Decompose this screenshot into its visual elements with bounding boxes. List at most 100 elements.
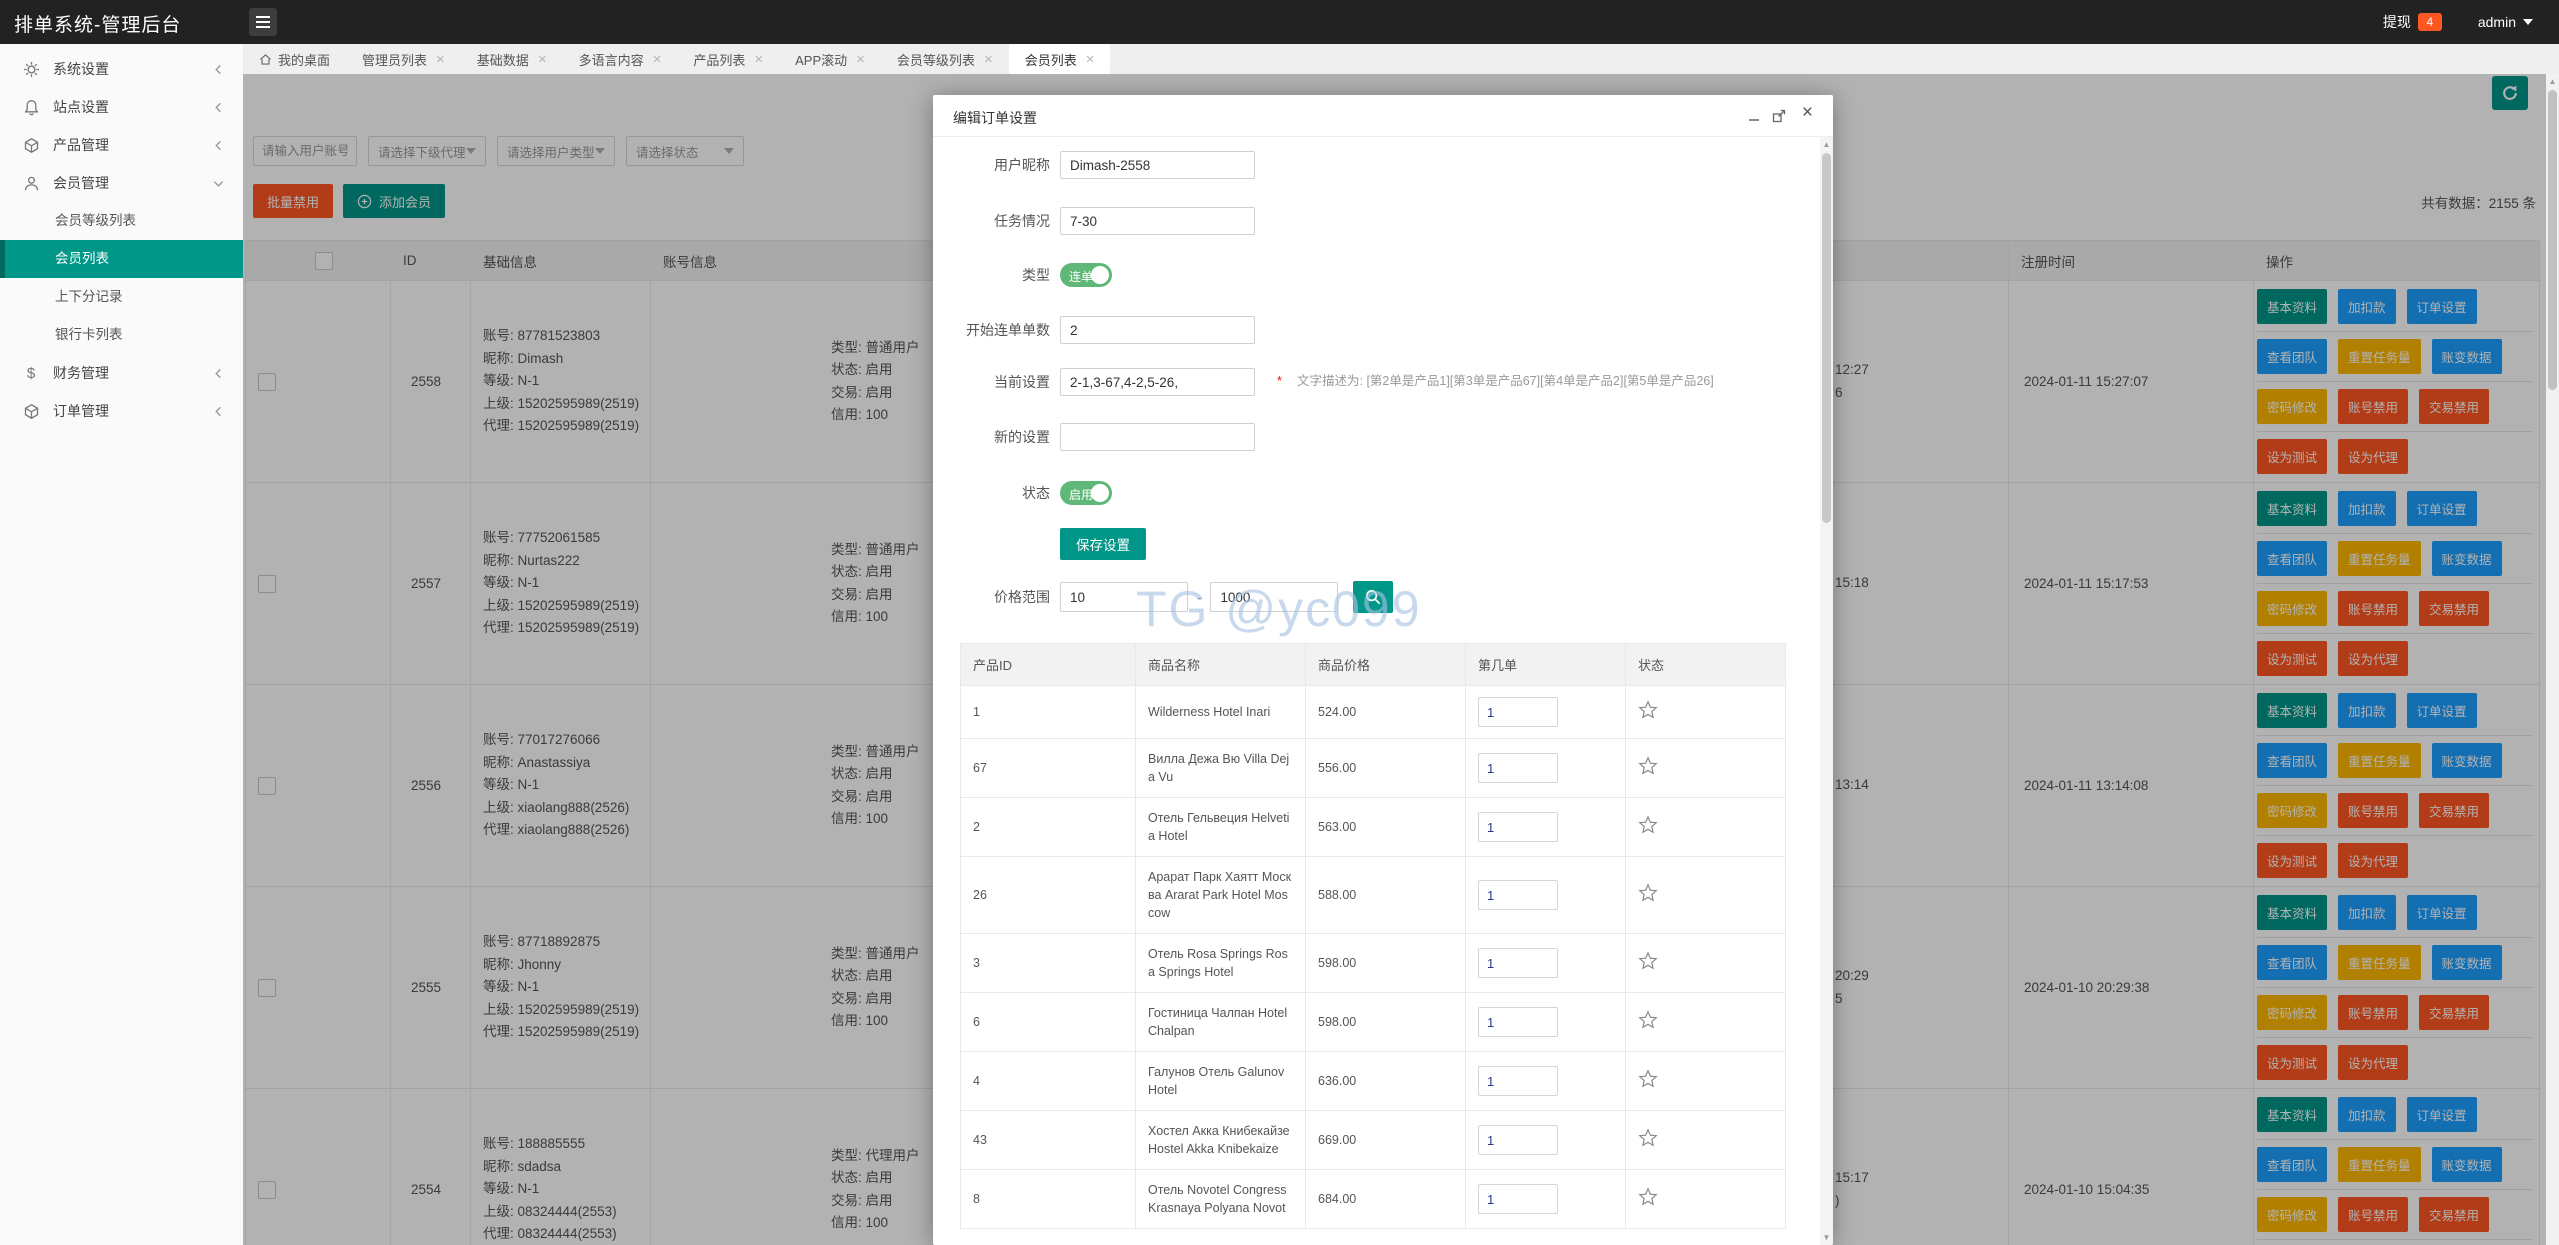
minimize-icon[interactable] bbox=[1747, 108, 1761, 124]
sidebar-item-member-mgmt[interactable]: 会员管理 bbox=[0, 164, 243, 202]
order-number-input[interactable] bbox=[1478, 1066, 1558, 1096]
bell-icon bbox=[22, 98, 40, 116]
close-icon[interactable]: × bbox=[984, 52, 993, 67]
status-label: 状态 bbox=[943, 483, 1050, 503]
price-range-separator: - bbox=[1197, 590, 1201, 605]
tab-label: 管理员列表 bbox=[362, 50, 427, 69]
sidebar-item-updown-records[interactable]: 上下分记录 bbox=[0, 278, 243, 316]
withdraw-count-badge: 4 bbox=[2418, 13, 2442, 31]
hamburger-menu-icon[interactable] bbox=[249, 8, 277, 36]
product-name: Хостел Акка Книбекайзе Hostel Akka Knibe… bbox=[1136, 1111, 1306, 1170]
sidebar-item-label: 会员等级列表 bbox=[55, 213, 136, 228]
tab-my-desktop[interactable]: 我的桌面 bbox=[243, 44, 346, 74]
close-icon[interactable]: × bbox=[1086, 52, 1095, 67]
order-number-cell bbox=[1466, 1052, 1626, 1111]
star-icon[interactable] bbox=[1638, 700, 1658, 720]
sidebar-item-label: 会员管理 bbox=[53, 173, 109, 193]
order-number-input[interactable] bbox=[1478, 753, 1558, 783]
tab-multilang-content[interactable]: 多语言内容× bbox=[563, 44, 678, 74]
order-number-input[interactable] bbox=[1478, 1184, 1558, 1214]
close-icon[interactable]: × bbox=[856, 52, 865, 67]
tab-member-list[interactable]: 会员列表× bbox=[1009, 44, 1111, 74]
task-status-label: 任务情况 bbox=[943, 211, 1050, 231]
type-switch[interactable]: 连单 bbox=[1060, 263, 1112, 287]
order-number-input[interactable] bbox=[1478, 880, 1558, 910]
product-table: 产品ID商品名称商品价格第几单状态 1Wilderness Hotel Inar… bbox=[960, 643, 1786, 1229]
product-row: 1Wilderness Hotel Inari524.00 bbox=[961, 686, 1786, 739]
star-icon[interactable] bbox=[1638, 883, 1658, 903]
sidebar-item-member-list[interactable]: 会员列表 bbox=[0, 240, 243, 278]
chevron-down-icon bbox=[212, 177, 225, 190]
setting-hint: *文字描述为: [第2单是产品1][第3单是产品67][第4单是产品2][第5单… bbox=[1277, 370, 1714, 394]
tab-label: 基础数据 bbox=[477, 50, 529, 69]
price-max-input[interactable] bbox=[1210, 582, 1338, 612]
tab-admin-list[interactable]: 管理员列表 × bbox=[346, 44, 461, 74]
new-setting-input[interactable] bbox=[1060, 423, 1255, 451]
price-range-label: 价格范围 bbox=[943, 587, 1050, 607]
nickname-input[interactable] bbox=[1060, 151, 1255, 179]
hint-asterisk: * bbox=[1277, 374, 1297, 394]
start-count-input[interactable] bbox=[1060, 316, 1255, 344]
product-status-cell bbox=[1626, 1052, 1786, 1111]
product-column-header: 第几单 bbox=[1466, 644, 1626, 686]
product-status-cell bbox=[1626, 993, 1786, 1052]
price-min-input[interactable] bbox=[1060, 582, 1188, 612]
sidebar-item-order-mgmt[interactable]: 订单管理 bbox=[0, 392, 243, 430]
star-icon[interactable] bbox=[1638, 951, 1658, 971]
close-icon[interactable]: × bbox=[436, 52, 445, 67]
page-scrollbar[interactable]: ▲ bbox=[2546, 74, 2559, 1245]
sidebar-item-label: 站点设置 bbox=[53, 97, 109, 117]
order-number-input[interactable] bbox=[1478, 1125, 1558, 1155]
chevron-left-icon bbox=[212, 101, 225, 114]
tab-bar: 我的桌面管理员列表×基础数据×多语言内容×产品列表×APP滚动×会员等级列表×会… bbox=[243, 44, 2559, 74]
tab-product-list[interactable]: 产品列表× bbox=[677, 44, 779, 74]
star-icon[interactable] bbox=[1638, 1128, 1658, 1148]
scroll-up-icon[interactable]: ▲ bbox=[2546, 77, 2559, 86]
user-menu[interactable]: admin bbox=[2478, 14, 2533, 30]
tab-member-level-list[interactable]: 会员等级列表× bbox=[881, 44, 1009, 74]
order-number-input[interactable] bbox=[1478, 697, 1558, 727]
modal-scrollbar-thumb[interactable] bbox=[1822, 153, 1831, 523]
withdraw-link[interactable]: 提现 bbox=[2383, 12, 2411, 32]
star-icon[interactable] bbox=[1638, 756, 1658, 776]
edit-order-settings-modal: 编辑订单设置 × 用户昵称 任务情况 类型 连单 开始连单单数 当前设置 *文 bbox=[933, 95, 1833, 1245]
new-setting-label: 新的设置 bbox=[943, 427, 1050, 447]
dollar-icon: $ bbox=[22, 364, 40, 382]
status-switch-label: 启用 bbox=[1069, 486, 1093, 503]
save-settings-button[interactable]: 保存设置 bbox=[1060, 528, 1146, 560]
product-table-header: 产品ID商品名称商品价格第几单状态 bbox=[961, 644, 1786, 686]
search-products-button[interactable] bbox=[1353, 581, 1393, 613]
current-setting-input[interactable] bbox=[1060, 368, 1255, 396]
sidebar-item-product-mgmt[interactable]: 产品管理 bbox=[0, 126, 243, 164]
status-switch[interactable]: 启用 bbox=[1060, 481, 1112, 505]
star-icon[interactable] bbox=[1638, 815, 1658, 835]
sidebar-item-system-settings[interactable]: 系统设置 bbox=[0, 50, 243, 88]
close-icon[interactable]: × bbox=[538, 52, 547, 67]
close-icon[interactable]: × bbox=[1802, 103, 1813, 122]
page-scrollbar-thumb[interactable] bbox=[2548, 90, 2557, 390]
order-number-cell bbox=[1466, 1111, 1626, 1170]
order-number-input[interactable] bbox=[1478, 948, 1558, 978]
product-column-header: 状态 bbox=[1626, 644, 1786, 686]
modal-scrollbar[interactable]: ▲ ▼ bbox=[1820, 137, 1833, 1245]
sidebar-item-finance-mgmt[interactable]: $财务管理 bbox=[0, 354, 243, 392]
nickname-label: 用户昵称 bbox=[943, 155, 1050, 175]
sidebar-item-bank-card-list[interactable]: 银行卡列表 bbox=[0, 316, 243, 354]
star-icon[interactable] bbox=[1638, 1069, 1658, 1089]
tab-base-data[interactable]: 基础数据 × bbox=[461, 44, 563, 74]
product-row: 26Арарат Парк Хаятт Москва Ararat Park H… bbox=[961, 857, 1786, 934]
task-status-input[interactable] bbox=[1060, 207, 1255, 235]
tab-app-scroll[interactable]: APP滚动× bbox=[779, 44, 881, 74]
sidebar-item-site-settings[interactable]: 站点设置 bbox=[0, 88, 243, 126]
maximize-icon[interactable] bbox=[1771, 108, 1787, 124]
order-number-input[interactable] bbox=[1478, 812, 1558, 842]
close-icon[interactable]: × bbox=[653, 52, 662, 67]
close-icon[interactable]: × bbox=[754, 52, 763, 67]
star-icon[interactable] bbox=[1638, 1010, 1658, 1030]
scroll-up-icon[interactable]: ▲ bbox=[1820, 140, 1833, 149]
sidebar-item-label: 上下分记录 bbox=[55, 289, 123, 304]
order-number-input[interactable] bbox=[1478, 1007, 1558, 1037]
sidebar-item-member-level-list[interactable]: 会员等级列表 bbox=[0, 202, 243, 240]
scroll-down-icon[interactable]: ▼ bbox=[1820, 1233, 1833, 1242]
star-icon[interactable] bbox=[1638, 1187, 1658, 1207]
